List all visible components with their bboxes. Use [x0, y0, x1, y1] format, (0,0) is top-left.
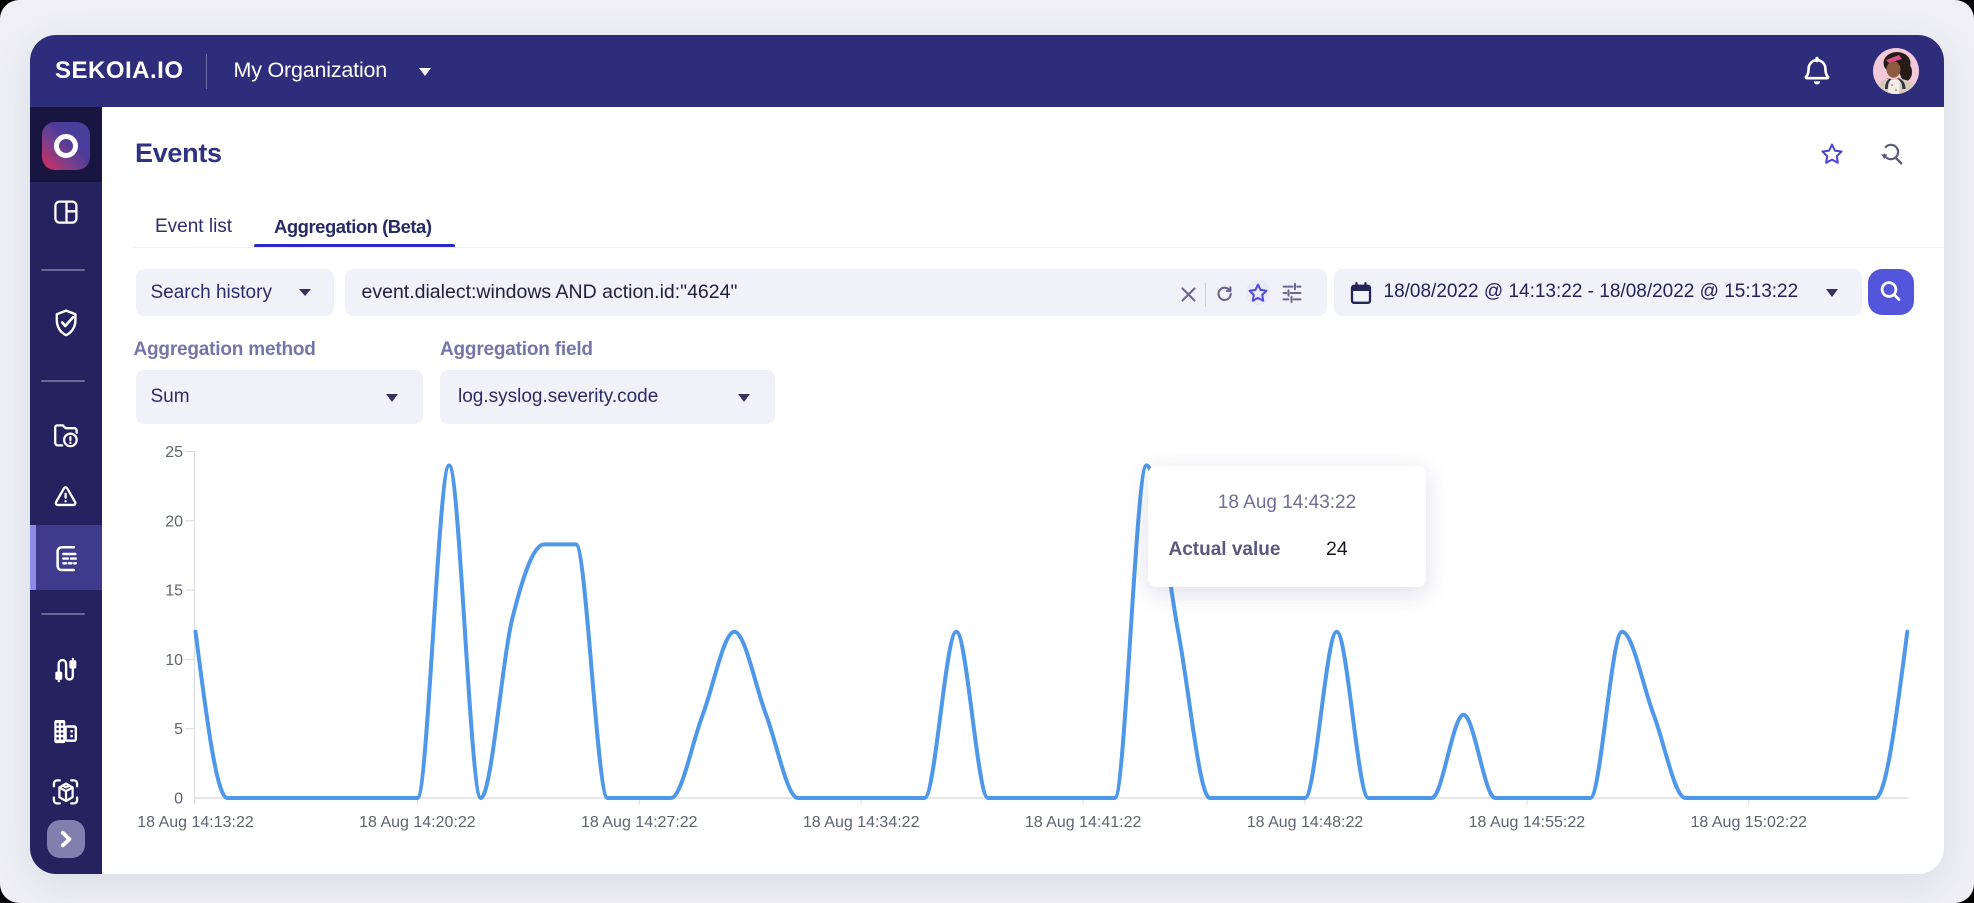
- svg-text:18 Aug 14:55:22: 18 Aug 14:55:22: [1469, 814, 1586, 831]
- svg-text:0: 0: [174, 791, 183, 808]
- svg-text:25: 25: [165, 444, 183, 461]
- svg-text:15: 15: [165, 583, 183, 600]
- svg-text:18 Aug 15:02:22: 18 Aug 15:02:22: [1691, 814, 1808, 831]
- svg-text:18 Aug 14:20:22: 18 Aug 14:20:22: [359, 814, 476, 831]
- svg-text:18 Aug 14:34:22: 18 Aug 14:34:22: [803, 814, 920, 831]
- svg-text:18 Aug 14:13:22: 18 Aug 14:13:22: [137, 814, 254, 831]
- svg-text:18 Aug 14:48:22: 18 Aug 14:48:22: [1247, 814, 1364, 831]
- svg-text:18 Aug 14:27:22: 18 Aug 14:27:22: [581, 814, 698, 831]
- svg-text:5: 5: [174, 721, 183, 738]
- svg-text:10: 10: [165, 652, 183, 669]
- svg-text:18 Aug 14:41:22: 18 Aug 14:41:22: [1025, 814, 1142, 831]
- svg-text:20: 20: [165, 513, 183, 530]
